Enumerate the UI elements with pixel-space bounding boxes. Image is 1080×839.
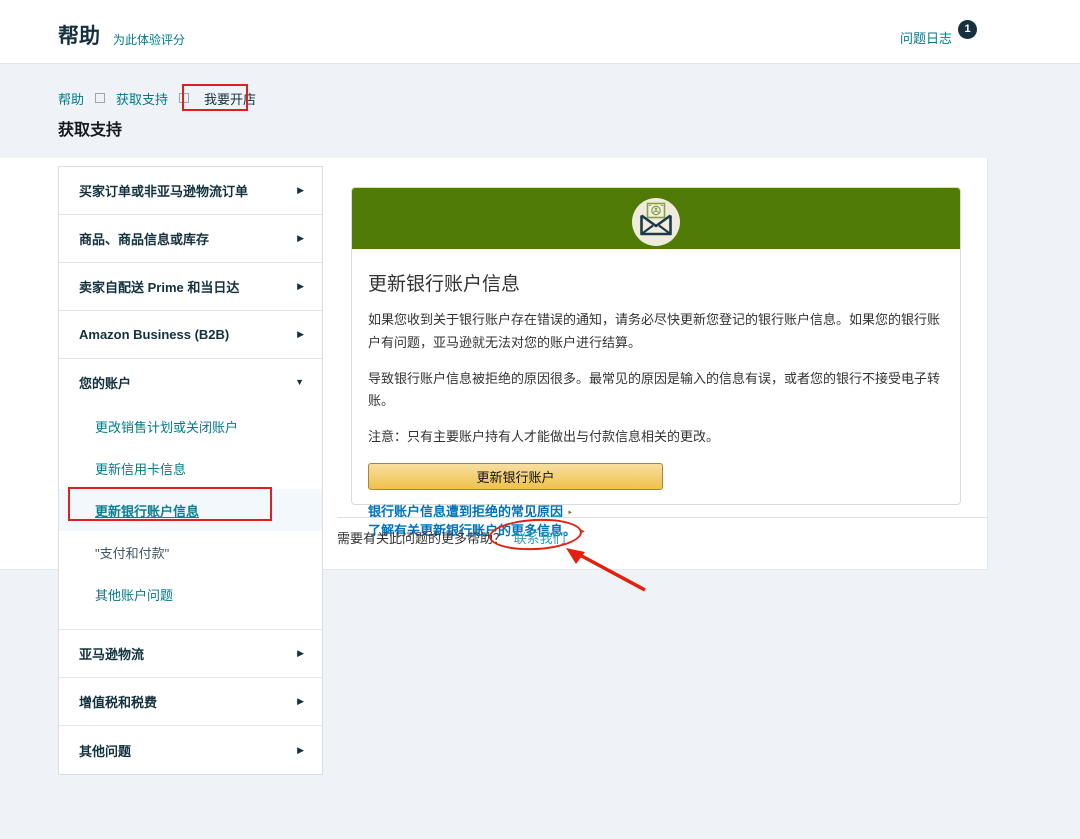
content-divider bbox=[337, 517, 988, 518]
chevron-right-icon: ▶ bbox=[297, 185, 304, 195]
page-title: 获取支持 bbox=[58, 122, 123, 139]
sidebar-subitem-update-credit-card[interactable]: 更新信用卡信息 bbox=[59, 447, 322, 489]
header-bar: 帮助 为此体验评分 问题日志 1 bbox=[0, 0, 1080, 64]
sidebar-item-vat-taxes[interactable]: 增值税和税费 ▶ bbox=[59, 678, 322, 726]
help-article-card: 更新银行账户信息 如果您收到关于银行账户存在错误的通知，请务必尽快更新您登记的银… bbox=[351, 187, 961, 538]
article-paragraph: 导致银行账户信息被拒绝的原因很多。最常见的原因是输入的信息有误，或者您的银行不接… bbox=[368, 370, 941, 409]
chevron-down-icon: ▼ bbox=[295, 377, 304, 387]
sidebar-item-products-listings[interactable]: 商品、商品信息或库存 ▶ bbox=[59, 215, 322, 263]
sidebar-item-your-account[interactable]: 您的账户 ▼ bbox=[59, 359, 322, 405]
breadcrumb-support-link[interactable]: 获取支持 bbox=[116, 89, 168, 108]
article-banner bbox=[352, 188, 960, 249]
chevron-right-icon: ▶ bbox=[297, 744, 304, 755]
article-paragraph: 如果您收到关于银行账户存在错误的通知，请务必尽快更新您登记的银行账户信息。如果您… bbox=[368, 312, 941, 350]
chevron-right-icon: ▶ bbox=[297, 329, 304, 339]
breadcrumb-separator-icon bbox=[95, 93, 106, 103]
sidebar-subitem-other-account-issues[interactable]: 其他账户问题 bbox=[59, 573, 322, 615]
rejected-reasons-link[interactable]: 银行账户信息遭到拒绝的常见原因 ‣ bbox=[368, 502, 944, 522]
your-account-submenu: 更改销售计划或关闭账户 更新信用卡信息 更新银行账户信息 "支付和付款" 其他账… bbox=[59, 405, 322, 629]
sidebar-item-amazon-business[interactable]: Amazon Business (B2B) ▶ bbox=[59, 311, 322, 359]
sidebar-subitem-payments[interactable]: "支付和付款" bbox=[59, 531, 322, 573]
breadcrumb-help-link[interactable]: 帮助 bbox=[58, 89, 84, 108]
article-title: 更新银行账户信息 bbox=[368, 274, 521, 295]
breadcrumb-sell-on-amazon[interactable]: 我要开店 bbox=[200, 87, 260, 110]
sidebar-item-other-issues[interactable]: 其他问题 ▶ bbox=[59, 726, 322, 774]
more-help-row: 需要有关此问题的更多帮助？ 联系我们 bbox=[337, 528, 566, 547]
caret-right-icon: ‣ bbox=[580, 527, 586, 539]
issue-log-link[interactable]: 问题日志 bbox=[900, 28, 952, 47]
chevron-right-icon: ▶ bbox=[297, 281, 304, 291]
chevron-right-icon: ▶ bbox=[297, 233, 304, 243]
rate-experience-link[interactable]: 为此体验评分 bbox=[113, 31, 185, 48]
sidebar-item-seller-fulfilled-prime[interactable]: 卖家自配送 Prime 和当日达 ▶ bbox=[59, 263, 322, 311]
issue-log-count-badge[interactable]: 1 bbox=[958, 20, 977, 39]
breadcrumb: 帮助 获取支持 我要开店 bbox=[58, 89, 260, 107]
contact-us-link[interactable]: 联系我们 bbox=[514, 531, 566, 546]
breadcrumb-separator-icon bbox=[179, 93, 190, 103]
article-body: 更新银行账户信息 如果您收到关于银行账户存在错误的通知，请务必尽快更新您登记的银… bbox=[352, 249, 960, 541]
sidebar-item-fba[interactable]: 亚马逊物流 ▶ bbox=[59, 630, 322, 678]
sidebar-section-your-account: 您的账户 ▼ 更改销售计划或关闭账户 更新信用卡信息 更新银行账户信息 "支付和… bbox=[59, 359, 322, 630]
chevron-right-icon: ▶ bbox=[297, 696, 304, 706]
chevron-right-icon: ▶ bbox=[297, 648, 304, 658]
page-header-title: 帮助 bbox=[58, 25, 100, 48]
sidebar-item-buyer-orders[interactable]: 买家订单或非亚马逊物流订单 ▶ bbox=[59, 167, 322, 215]
envelope-money-icon bbox=[632, 197, 680, 246]
sidebar-subitem-update-bank-account[interactable]: 更新银行账户信息 bbox=[59, 489, 322, 531]
help-topics-sidebar: 买家订单或非亚马逊物流订单 ▶ 商品、商品信息或库存 ▶ 卖家自配送 Prime… bbox=[58, 166, 323, 775]
more-help-prompt: 需要有关此问题的更多帮助？ bbox=[337, 531, 507, 546]
update-bank-account-button[interactable]: 更新银行账户 bbox=[368, 462, 663, 490]
article-note: 注意：只有主要账户持有人才能做出与付款信息相关的更改。 bbox=[368, 429, 720, 444]
sidebar-subitem-change-plan[interactable]: 更改销售计划或关闭账户 bbox=[59, 405, 322, 447]
